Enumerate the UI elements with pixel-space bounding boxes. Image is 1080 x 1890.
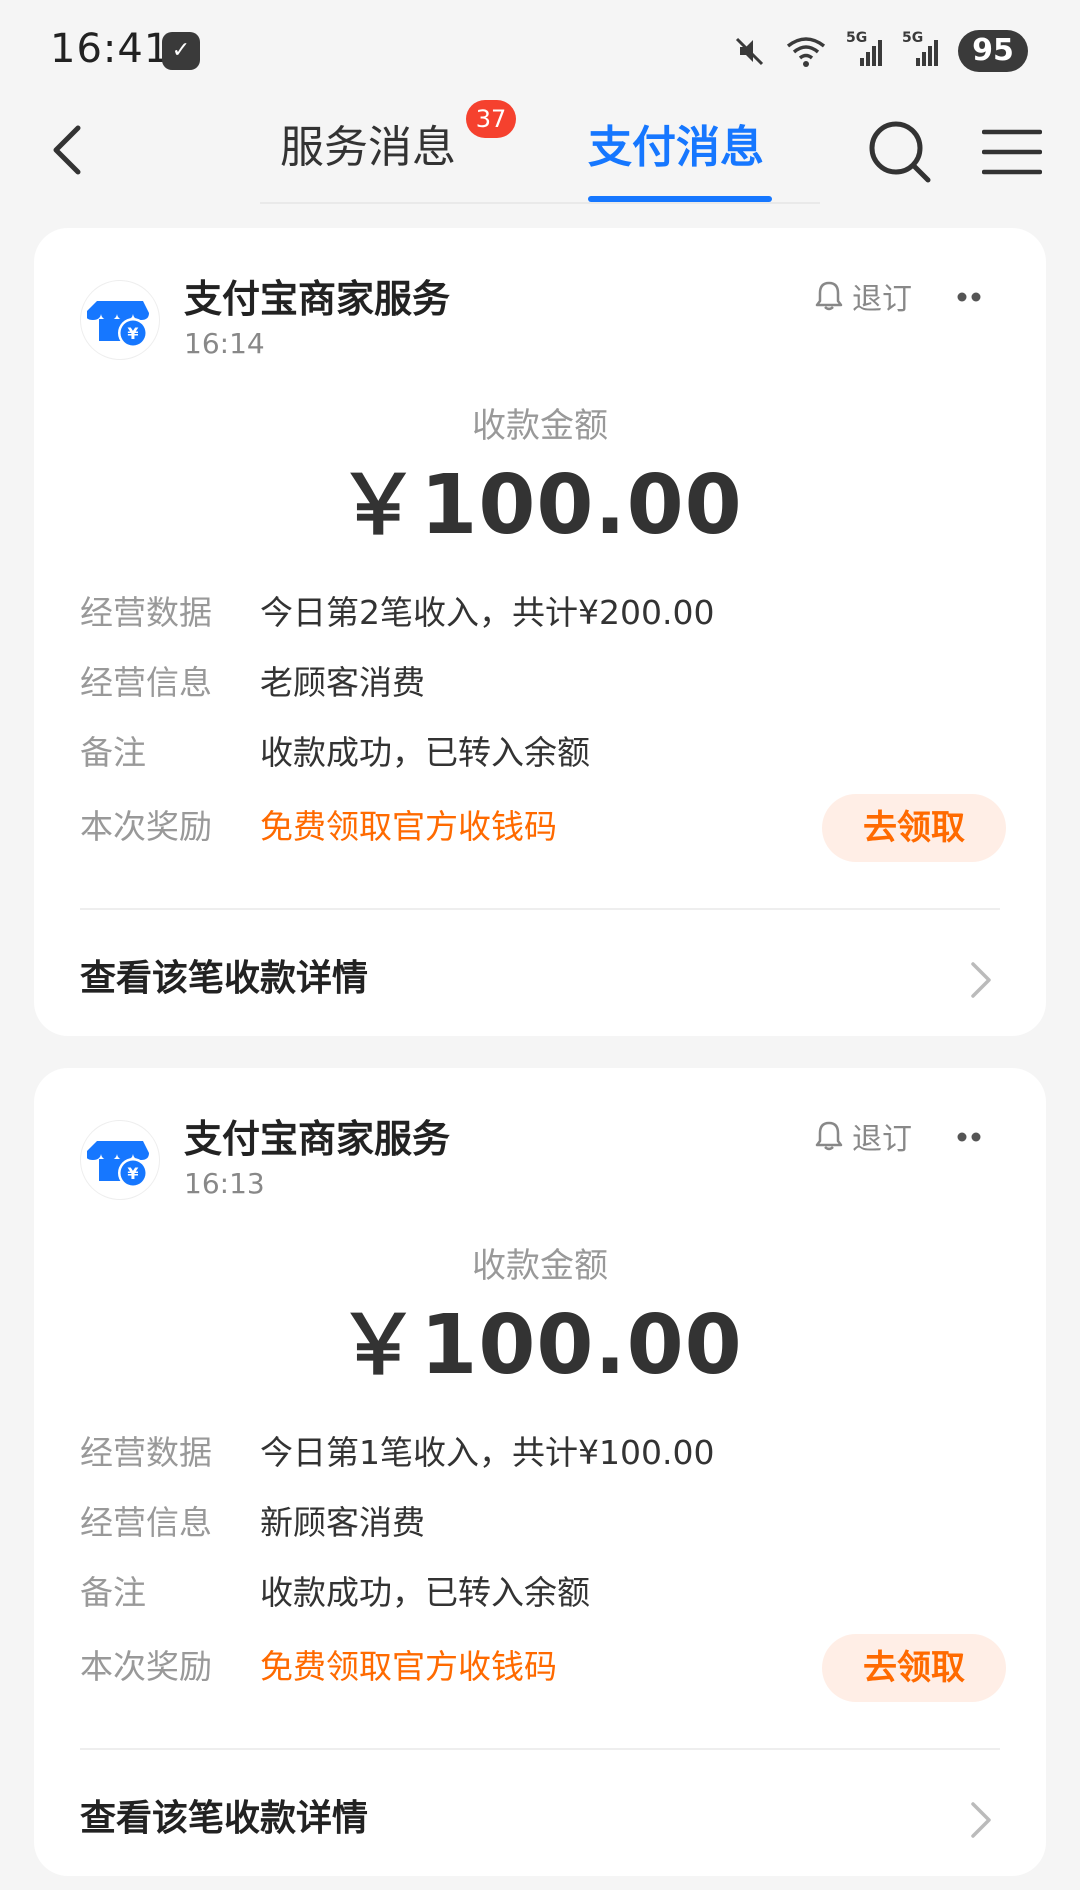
wifi-icon [786, 37, 826, 67]
unread-badge: 37 [466, 100, 516, 138]
merchant-store-icon: ¥ [87, 301, 149, 348]
row-label: 经营数据 [80, 1433, 212, 1472]
notification-app-icon: ✓ [162, 32, 200, 70]
info-row: 经营数据 今日第1笔收入，共计¥100.00 [80, 1428, 1000, 1478]
row-label: 经营数据 [80, 593, 212, 632]
card-divider [80, 908, 1000, 910]
message-time: 16:14 [184, 327, 265, 360]
row-label: 本次奖励 [80, 807, 212, 846]
row-value: 收款成功，已转入余额 [260, 733, 590, 772]
header: 服务消息 37 支付消息 [0, 100, 1080, 210]
card-divider [80, 1748, 1000, 1750]
more-options-button[interactable] [944, 282, 992, 312]
sender-name: 支付宝商家服务 [184, 1117, 451, 1161]
row-value: 今日第2笔收入，共计¥200.00 [260, 593, 715, 632]
menu-icon [981, 129, 1043, 175]
view-detail-link[interactable]: 查看该笔收款详情 [80, 1784, 1000, 1854]
unsubscribe-label: 退订 [852, 1122, 912, 1157]
svg-text:¥: ¥ [127, 1164, 138, 1183]
view-detail-link[interactable]: 查看该笔收款详情 [80, 944, 1000, 1014]
info-row: 备注 收款成功，已转入余额 [80, 1568, 1000, 1618]
chevron-right-icon [971, 1802, 991, 1838]
signal-icon-1: 5G [846, 30, 884, 68]
row-label: 本次奖励 [80, 1647, 212, 1686]
status-time: 16:41 [50, 26, 171, 72]
unsubscribe-label: 退订 [852, 282, 912, 317]
info-row: 经营信息 老顾客消费 [80, 658, 1000, 708]
back-button[interactable] [40, 120, 100, 180]
detail-label: 查看该笔收款详情 [80, 958, 369, 999]
reward-link[interactable]: 免费领取官方收钱码 [260, 1642, 557, 1692]
merchant-avatar: ¥ [80, 1120, 160, 1200]
tab-service-messages[interactable]: 服务消息 [280, 118, 456, 178]
battery-level: 95 [958, 30, 1028, 72]
detail-label: 查看该笔收款详情 [80, 1798, 369, 1839]
info-row: 经营数据 今日第2笔收入，共计¥200.00 [80, 588, 1000, 638]
row-label: 备注 [80, 733, 146, 772]
reward-link[interactable]: 免费领取官方收钱码 [260, 802, 557, 852]
amount-label: 收款金额 [472, 1246, 608, 1286]
row-label: 经营信息 [80, 1503, 212, 1542]
menu-button[interactable] [981, 122, 1043, 182]
active-tab-indicator [588, 196, 772, 202]
tab-payment-messages[interactable]: 支付消息 [588, 118, 764, 178]
row-value: 收款成功，已转入余额 [260, 1573, 590, 1612]
unsubscribe-button[interactable]: 退订 [814, 274, 912, 318]
more-options-button[interactable] [944, 1122, 992, 1152]
info-row: 备注 收款成功，已转入余额 [80, 728, 1000, 778]
row-value: 老顾客消费 [260, 663, 425, 702]
search-icon [869, 121, 931, 183]
amount-value: ￥100.00 [337, 458, 743, 553]
merchant-avatar: ¥ [80, 280, 160, 360]
payment-message-card: ¥ 支付宝商家服务 16:13 退订 收款金额 ￥100.00 经营数据 今日第… [34, 1068, 1046, 1876]
amount-value: ￥100.00 [337, 1298, 743, 1393]
more-dots-icon [957, 292, 981, 302]
back-arrow-icon [53, 125, 81, 175]
payment-message-card: ¥ 支付宝商家服务 16:14 退订 收款金额 ￥100.00 经营数据 今日第… [34, 228, 1046, 1036]
message-time: 16:13 [184, 1167, 265, 1200]
tabs-divider [260, 202, 820, 204]
status-bar: 16:41 ✓ 5G 5G 95 [0, 0, 1080, 100]
mute-icon [735, 37, 764, 66]
row-label: 经营信息 [80, 663, 212, 702]
search-button[interactable] [866, 118, 936, 188]
unsubscribe-button[interactable]: 退订 [814, 1114, 912, 1158]
row-value: 新顾客消费 [260, 1503, 425, 1542]
bell-icon [815, 281, 843, 311]
info-row: 经营信息 新顾客消费 [80, 1498, 1000, 1548]
claim-button[interactable]: 去领取 [822, 1634, 1006, 1702]
amount-label: 收款金额 [472, 406, 608, 446]
bell-icon [815, 1121, 843, 1151]
claim-button[interactable]: 去领取 [822, 794, 1006, 862]
signal-icon-2: 5G [902, 30, 940, 68]
status-icons: 5G 5G 95 [732, 28, 1028, 74]
row-label: 备注 [80, 1573, 146, 1612]
svg-text:¥: ¥ [127, 324, 138, 343]
more-dots-icon [957, 1132, 981, 1142]
row-value: 今日第1笔收入，共计¥100.00 [260, 1433, 715, 1472]
chevron-right-icon [971, 962, 991, 998]
sender-name: 支付宝商家服务 [184, 277, 451, 321]
merchant-store-icon: ¥ [87, 1141, 149, 1188]
